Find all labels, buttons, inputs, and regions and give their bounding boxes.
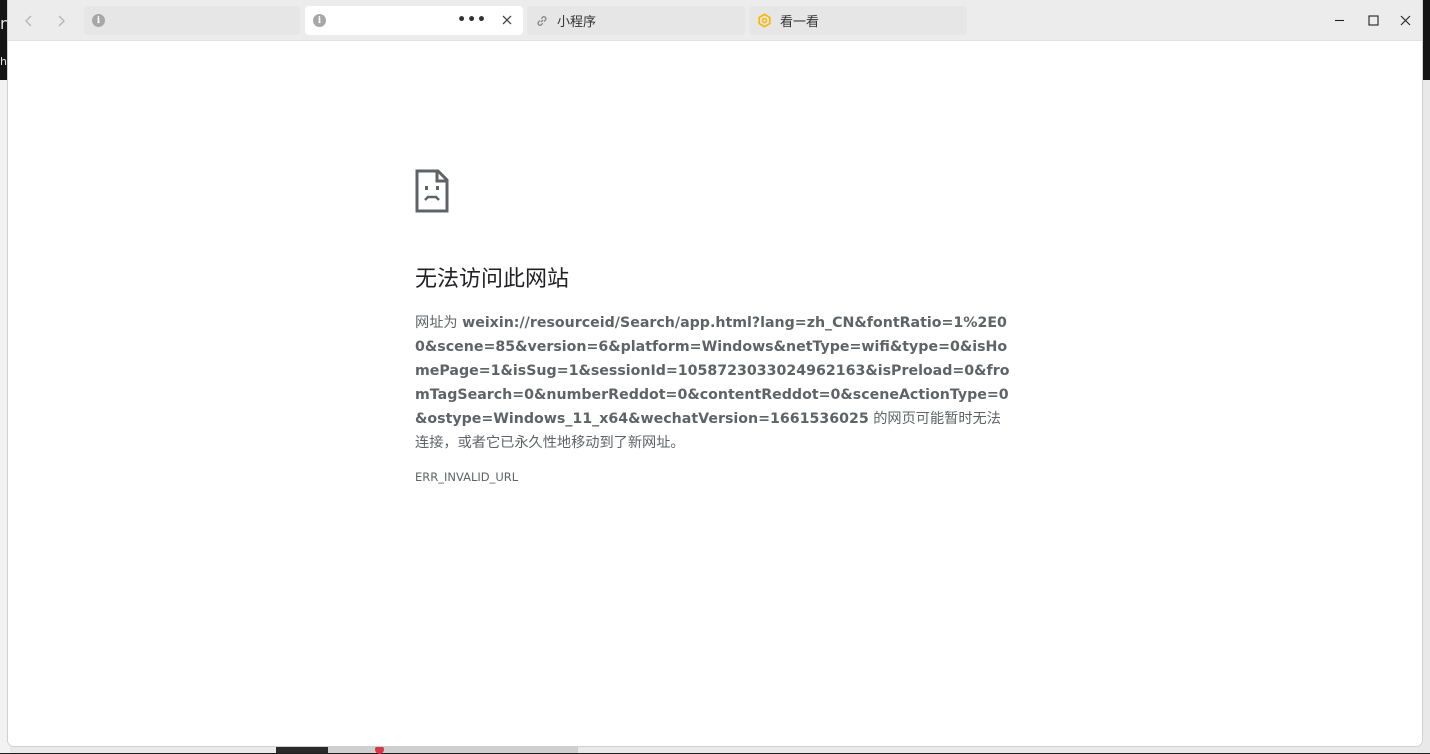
close-icon (1400, 15, 1411, 26)
taskbar-item (328, 745, 578, 753)
error-description: 网址为 weixin://resourceid/Search/app.html?… (415, 311, 1015, 455)
tab-label: 小程序 (557, 11, 596, 30)
maximize-icon (1368, 15, 1379, 26)
minimize-icon (1334, 15, 1345, 26)
info-icon: i (313, 14, 326, 27)
tab-1[interactable]: i (84, 6, 300, 35)
error-code: ERR_INVALID_URL (415, 470, 1015, 484)
wechat-browser-window: i i ••• 小程序 看一看 (8, 0, 1422, 746)
tab-label: 看一看 (780, 11, 819, 30)
error-panel: 无法访问此网站 网址为 weixin://resourceid/Search/a… (415, 169, 1015, 484)
tab-mini-program[interactable]: 小程序 (527, 6, 745, 35)
minimize-button[interactable] (1331, 12, 1347, 28)
close-tab-icon[interactable] (501, 14, 513, 26)
tab-look[interactable]: 看一看 (749, 6, 967, 35)
title-bar: i i ••• 小程序 看一看 (8, 0, 1422, 41)
error-prefix: 网址为 (415, 315, 458, 331)
close-window-button[interactable] (1397, 12, 1413, 28)
chevron-right-icon (54, 14, 68, 28)
maximize-button[interactable] (1365, 12, 1381, 28)
error-title: 无法访问此网站 (415, 261, 1015, 293)
look-icon (757, 13, 772, 28)
back-button[interactable] (16, 8, 42, 34)
chevron-left-icon (22, 14, 36, 28)
link-icon (535, 14, 549, 28)
more-options-icon[interactable]: ••• (457, 12, 487, 28)
tab-2-active[interactable]: i ••• (305, 6, 523, 35)
info-icon: i (92, 14, 105, 27)
taskbar-item (276, 745, 328, 753)
sad-page-icon (415, 169, 449, 213)
page-content: 无法访问此网站 网址为 weixin://resourceid/Search/a… (8, 41, 1422, 746)
forward-button[interactable] (48, 8, 74, 34)
